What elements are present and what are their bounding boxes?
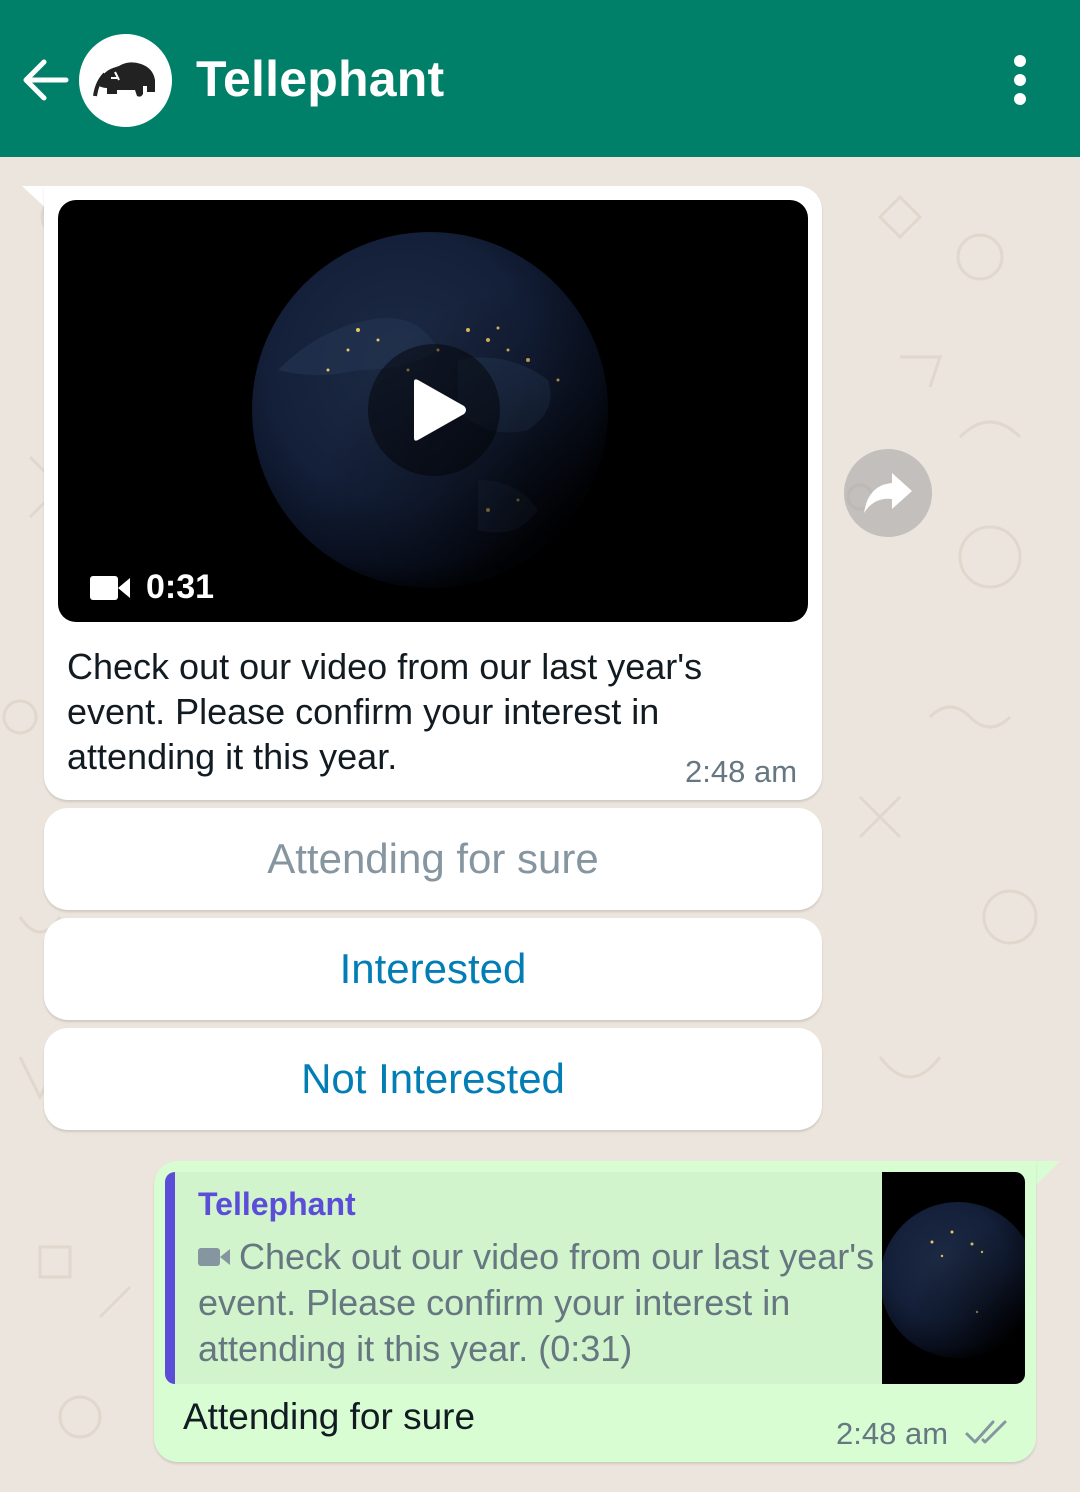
play-icon bbox=[414, 379, 466, 441]
chat-header: Tellephant bbox=[0, 0, 1080, 157]
duration-text: 0:31 bbox=[146, 568, 215, 606]
quoted-author: Tellephant bbox=[198, 1186, 356, 1222]
reply-text: Attending for sure bbox=[183, 1396, 476, 1437]
chat-screen: Tellephant 0:31 Check out our video from… bbox=[0, 0, 1080, 1492]
quoted-message[interactable]: Tellephant Check out our video from our … bbox=[165, 1172, 1025, 1384]
bubble-tail bbox=[1034, 1161, 1060, 1187]
quick-reply-interested[interactable]: Interested bbox=[44, 918, 822, 1020]
quick-reply-not-interested[interactable]: Not Interested bbox=[44, 1028, 822, 1130]
play-button[interactable] bbox=[368, 344, 500, 476]
back-button[interactable] bbox=[18, 52, 74, 108]
video-camera-icon bbox=[90, 576, 130, 600]
more-vertical-icon bbox=[1014, 55, 1026, 105]
double-check-icon bbox=[965, 1420, 1007, 1444]
message-time: 2:48 am bbox=[836, 1416, 949, 1451]
quick-reply-attending[interactable]: Attending for sure bbox=[44, 808, 822, 910]
forward-icon bbox=[864, 473, 912, 513]
arrow-left-icon bbox=[23, 59, 69, 101]
quoted-video-thumbnail bbox=[882, 1172, 1025, 1384]
quote-accent-bar bbox=[165, 1172, 175, 1384]
contact-name[interactable]: Tellephant bbox=[196, 50, 444, 108]
earth-image bbox=[882, 1202, 1025, 1358]
menu-button[interactable] bbox=[1000, 52, 1040, 108]
forward-button[interactable] bbox=[844, 449, 932, 537]
avatar[interactable] bbox=[79, 34, 172, 127]
message-time: 2:48 am bbox=[685, 754, 798, 789]
quoted-text: Check out our video from our last year's… bbox=[198, 1236, 875, 1369]
tellephant-logo-icon bbox=[93, 62, 155, 97]
message-caption: Check out our video from our last year's… bbox=[67, 646, 703, 777]
